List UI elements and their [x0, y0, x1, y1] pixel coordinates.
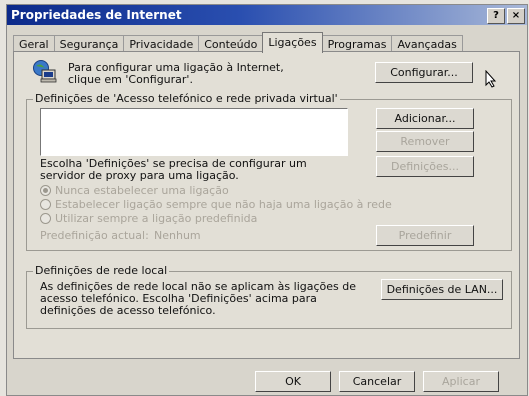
dialup-settings-button[interactable]: Definições...: [376, 156, 474, 177]
apply-button[interactable]: Aplicar: [423, 371, 499, 392]
close-button[interactable]: ×: [507, 8, 525, 24]
dialup-group-legend: Definições de 'Acesso telefónico e rede …: [33, 92, 340, 105]
current-default-label: Predefinição actual:: [40, 229, 149, 242]
ok-button[interactable]: OK: [255, 371, 331, 392]
radio-never-dial-control[interactable]: [40, 185, 51, 196]
title-bar[interactable]: Propriedades de Internet ? ×: [7, 5, 527, 25]
configure-button[interactable]: Configurar...: [375, 62, 473, 83]
radio-always-dial-default-control[interactable]: [40, 213, 51, 224]
dialup-connections-list[interactable]: [40, 108, 348, 156]
radio-never-dial-label: Nunca estabelecer uma ligação: [55, 184, 229, 197]
radio-dial-when-no-network-label: Estabelecer ligação sempre que não haja …: [55, 198, 392, 211]
help-button[interactable]: ?: [487, 8, 505, 24]
setup-description: Para configurar uma ligação à Internet, …: [68, 61, 284, 86]
window-title: Propriedades de Internet: [11, 8, 182, 22]
remove-button[interactable]: Remover: [376, 131, 474, 152]
radio-never-dial[interactable]: Nunca estabelecer uma ligação: [40, 184, 229, 197]
add-button[interactable]: Adicionar...: [376, 108, 474, 129]
cancel-button[interactable]: Cancelar: [339, 371, 415, 392]
radio-always-dial-default[interactable]: Utilizar sempre a ligação predefinida: [40, 212, 257, 225]
lan-group-legend: Definições de rede local: [33, 264, 170, 277]
set-default-button[interactable]: Predefinir: [376, 225, 474, 246]
mouse-cursor-icon: [485, 69, 497, 91]
lan-settings-button[interactable]: Definições de LAN...: [381, 279, 503, 300]
title-buttons: ? ×: [487, 8, 525, 24]
tab-strip: Geral Segurança Privacidade Conteúdo Lig…: [13, 32, 463, 53]
current-default-value: Nenhum: [154, 229, 201, 242]
radio-dial-when-no-network[interactable]: Estabelecer ligação sempre que não haja …: [40, 198, 392, 211]
network-computer-icon: [32, 59, 58, 83]
lan-description: As definições de rede local não se aplic…: [40, 280, 356, 317]
radio-always-dial-default-label: Utilizar sempre a ligação predefinida: [55, 212, 258, 225]
internet-properties-window: Propriedades de Internet ? × Geral Segur…: [6, 4, 528, 396]
connections-panel: Para configurar uma ligação à Internet, …: [13, 51, 520, 359]
radio-dial-when-no-network-control[interactable]: [40, 199, 51, 210]
proxy-hint: Escolha 'Definições' se precisa de confi…: [40, 157, 307, 182]
tab-connections[interactable]: Ligações: [262, 32, 323, 53]
